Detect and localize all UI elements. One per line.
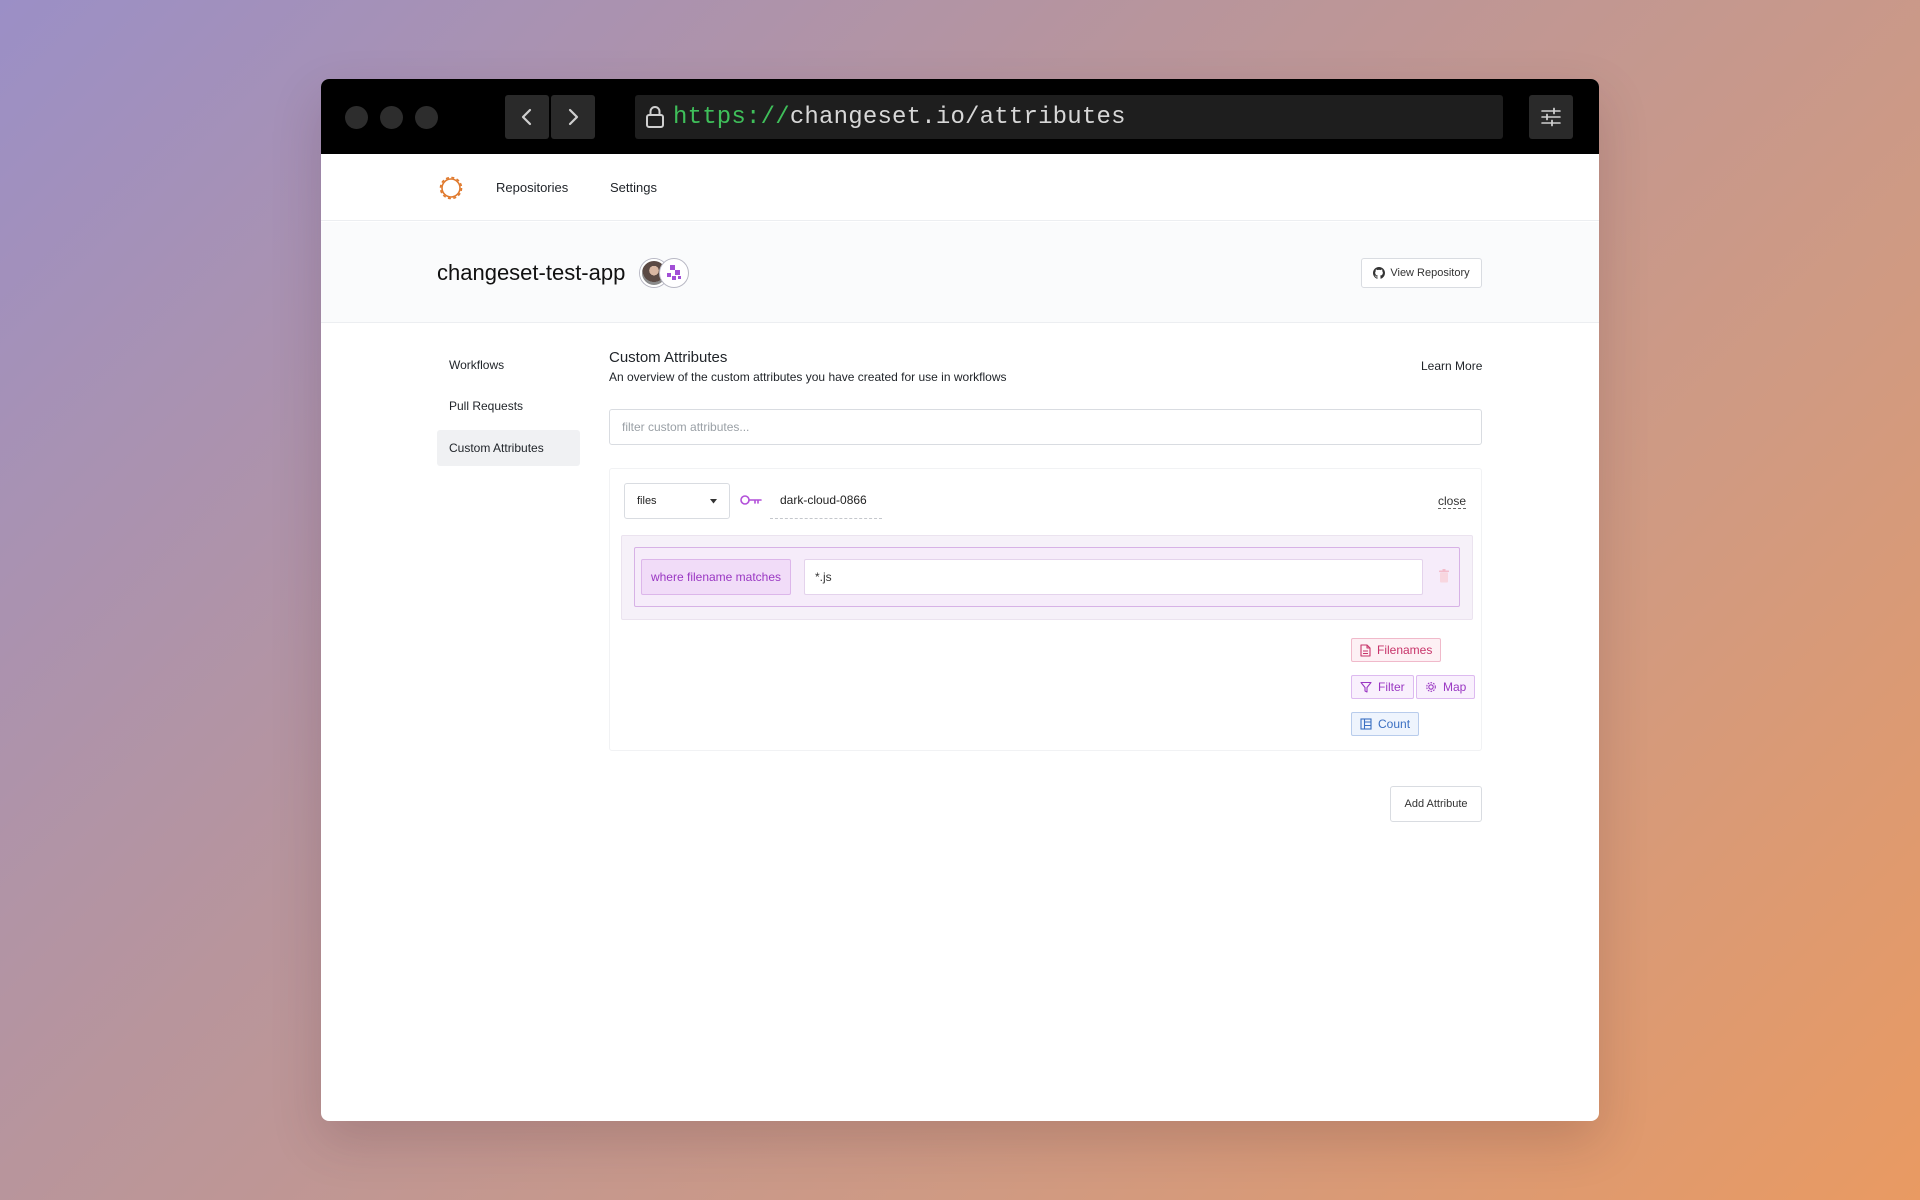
attribute-editor-card: files dark-cloud-0866 close where filena… <box>609 468 1482 751</box>
map-operation-button[interactable]: Map <box>1416 675 1476 699</box>
nav-repositories-link[interactable]: Repositories <box>496 180 568 195</box>
filenames-label: Filenames <box>1377 643 1433 657</box>
top-navigation: Repositories Settings <box>321 154 1599 221</box>
chevron-left-icon <box>521 108 532 126</box>
filter-operation-button[interactable]: Filter <box>1351 675 1414 699</box>
github-icon <box>1373 267 1386 279</box>
source-select[interactable]: files <box>624 483 730 519</box>
rule-condition-label[interactable]: where filename matches <box>641 559 791 595</box>
avatar[interactable] <box>660 259 688 287</box>
sidebar-item-workflows[interactable]: Workflows <box>437 347 580 383</box>
page-title: Custom Attributes <box>609 349 728 366</box>
minimize-window-dot[interactable] <box>380 106 403 129</box>
attribute-name-field[interactable]: dark-cloud-0866 <box>770 485 882 519</box>
browser-window: https://changeset.io/attributes Reposito… <box>321 79 1599 1121</box>
page-subtitle: An overview of the custom attributes you… <box>609 370 1007 384</box>
changeset-logo-icon[interactable] <box>437 174 465 202</box>
repo-title: changeset-test-app <box>437 260 626 285</box>
filenames-operation-button[interactable]: Filenames <box>1351 638 1442 662</box>
back-button[interactable] <box>505 95 549 139</box>
caret-down-icon <box>710 499 717 504</box>
count-operation-button[interactable]: Count <box>1351 712 1420 736</box>
funnel-icon <box>1360 681 1372 693</box>
lock-icon <box>646 106 664 128</box>
key-icon <box>740 495 762 505</box>
nav-settings-link[interactable]: Settings <box>610 180 657 195</box>
filter-label: Filter <box>1378 680 1405 694</box>
url-scheme: https:// <box>673 103 790 131</box>
browser-menu-button[interactable] <box>1529 95 1573 139</box>
sidebar-item-pull-requests[interactable]: Pull Requests <box>437 388 580 424</box>
rule-pattern-input[interactable]: *.js <box>804 559 1423 595</box>
sidebar-item-custom-attributes[interactable]: Custom Attributes <box>437 430 580 466</box>
close-window-dot[interactable] <box>345 106 368 129</box>
sliders-icon <box>1541 107 1561 127</box>
maximize-window-dot[interactable] <box>415 106 438 129</box>
learn-more-link[interactable]: Learn More <box>1421 359 1482 373</box>
view-repository-button[interactable]: View Repository <box>1361 258 1482 288</box>
chevron-right-icon <box>568 108 579 126</box>
count-label: Count <box>1378 717 1411 731</box>
source-select-value: files <box>637 495 657 507</box>
file-icon <box>1360 643 1371 657</box>
view-repository-label: View Repository <box>1390 267 1470 279</box>
rule-row: where filename matches *.js <box>634 547 1460 607</box>
forward-button[interactable] <box>551 95 595 139</box>
rules-panel: where filename matches *.js <box>621 535 1473 620</box>
browser-toolbar: https://changeset.io/attributes <box>321 79 1599 154</box>
cog-icon <box>1426 682 1436 692</box>
url-path: changeset.io/attributes <box>789 103 1126 131</box>
filter-attributes-input[interactable] <box>609 409 1482 445</box>
repo-header: changeset-test-app View Repository <box>321 222 1599 323</box>
url-text: https://changeset.io/attributes <box>673 104 1126 131</box>
address-bar[interactable]: https://changeset.io/attributes <box>635 95 1503 139</box>
table-icon <box>1360 718 1372 730</box>
trash-icon[interactable] <box>1438 569 1450 583</box>
close-link[interactable]: close <box>1438 494 1467 509</box>
add-attribute-button[interactable]: Add Attribute <box>1390 786 1482 822</box>
map-label: Map <box>1443 680 1467 694</box>
identicon-icon <box>667 265 681 280</box>
